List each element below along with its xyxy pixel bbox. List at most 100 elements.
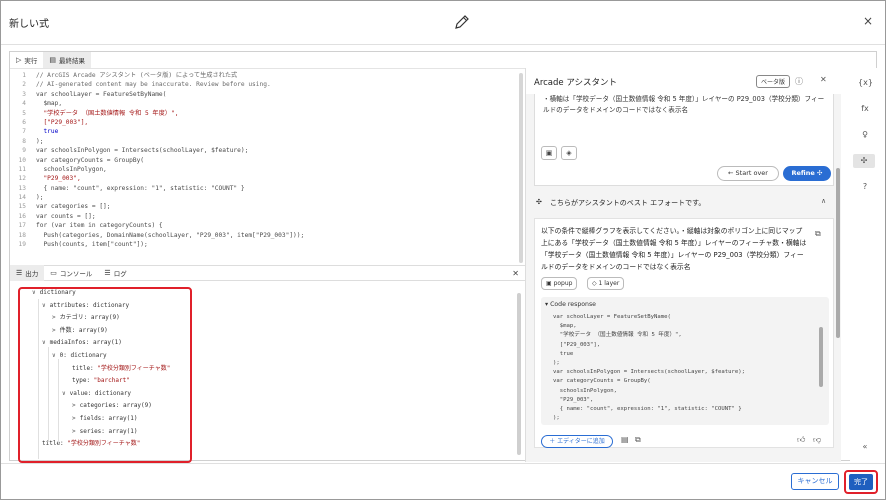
output-tree-row[interactable]: > categories: array(9)	[72, 400, 152, 412]
code-line[interactable]: 15 var categories = [];	[10, 202, 525, 211]
add-to-editor-button[interactable]: ＋ エディターに追加	[541, 435, 613, 448]
chevron-right-icon[interactable]: >	[52, 314, 56, 321]
functions-icon[interactable]: fx	[858, 102, 872, 116]
code-line[interactable]: 1 // ArcGIS Arcade アシスタント (ベータ版) によって生成され…	[10, 71, 525, 80]
tab-label: ログ	[113, 270, 127, 278]
chevron-right-icon[interactable]: >	[72, 428, 76, 435]
best-effort-row[interactable]: ✣ こちらがアシスタントのベスト エフォートです。 ∧	[534, 194, 834, 214]
chevron-down-icon[interactable]: ∨	[52, 352, 56, 359]
close-icon[interactable]: ✕	[512, 269, 519, 278]
close-icon[interactable]: ×	[863, 14, 873, 28]
image-icon[interactable]: ▣	[541, 146, 557, 160]
chevron-right-icon[interactable]: >	[72, 402, 76, 409]
chevron-right-icon[interactable]: >	[52, 327, 56, 334]
line-number: 2	[22, 81, 26, 89]
code-line[interactable]: 11 schoolsInPolygon,	[10, 165, 525, 174]
output-tree-row[interactable]: ∨ value: dictionary	[62, 388, 131, 400]
log-icon: ☰	[104, 269, 111, 277]
code-line[interactable]: 3 var schoolLayer = FeatureSetByName(	[10, 90, 525, 99]
suggestions-icon[interactable]: ♀	[858, 128, 872, 142]
dialog-title: 新しい式	[9, 19, 49, 30]
code-line[interactable]: 10 var categoryCounts = GroupBy(	[10, 156, 525, 165]
code-response-line: true	[553, 350, 574, 357]
line-number: 1	[22, 72, 26, 79]
assistant-icon[interactable]: ✣	[853, 154, 875, 168]
code-editor[interactable]: 1 // ArcGIS Arcade アシスタント (ベータ版) によって生成され…	[10, 68, 525, 265]
output-scrollbar[interactable]	[517, 293, 521, 455]
code-line[interactable]: 17 for (var item in categoryCounts) {	[10, 221, 525, 230]
code-line[interactable]: 12 "P29_003",	[10, 174, 525, 183]
document-icon[interactable]: ▤	[621, 435, 629, 444]
tab-output[interactable]: ☰ 出力	[10, 265, 45, 281]
tree-key: series:	[79, 427, 105, 435]
layers-icon[interactable]: ◈	[561, 146, 577, 160]
code-line[interactable]: 9 var schoolsInPolygon = Intersects(schoo…	[10, 146, 525, 155]
close-icon[interactable]: ✕	[820, 75, 827, 84]
chevron-down-icon[interactable]: ∨	[42, 302, 46, 309]
expression-dialog: 新しい式 × ▷ 実行 ▤ 最終結果 1 // ArcGIS Arcade アシス…	[0, 0, 886, 500]
line-number: 13	[18, 184, 26, 192]
code-line[interactable]: 13 { name: "count", expression: "1", sta…	[10, 184, 525, 193]
copy-icon[interactable]: ⧉	[815, 229, 821, 239]
collapse-icon[interactable]: «	[858, 440, 872, 454]
cancel-button[interactable]: キャンセル	[791, 473, 839, 490]
done-button[interactable]: 完了	[849, 474, 873, 490]
output-tree-row[interactable]: > fields: array(1)	[72, 413, 137, 425]
code-line[interactable]: 5 "学校データ （国土数値情報 令和 5 年度）",	[10, 109, 525, 118]
chevron-right-icon[interactable]: >	[72, 415, 76, 422]
code-response-line: "P29_003",	[553, 396, 594, 403]
tree-value: array(9)	[87, 314, 120, 322]
assistant-scrollbar[interactable]	[836, 168, 840, 338]
tab-label: コンソール	[59, 270, 93, 278]
code-response-toggle[interactable]: ▾ Code response	[545, 301, 596, 308]
sparkle-icon: ✣	[536, 198, 542, 206]
chevron-down-icon[interactable]: ∨	[62, 390, 66, 397]
code-text: var schoolLayer = FeatureSetByName(	[36, 90, 167, 98]
tab-log[interactable]: ☰ ログ	[98, 265, 132, 281]
thumbs-down-icon[interactable]: 👎︎	[813, 435, 821, 445]
code-response-scrollbar[interactable]	[819, 327, 823, 387]
output-tree-row[interactable]: > series: array(1)	[72, 426, 137, 438]
output-tree-row[interactable]: ∨ attributes: dictionary	[42, 300, 129, 312]
indent-guide	[48, 347, 49, 442]
variables-icon[interactable]: {x}	[858, 76, 873, 90]
pencil-icon[interactable]	[453, 13, 471, 31]
output-tree-row[interactable]: ∨ mediaInfos: array(1)	[42, 337, 122, 349]
line-number: 10	[18, 156, 26, 164]
code-text: "学校データ （国土数値情報 令和 5 年度）",	[36, 109, 179, 117]
tree-key: mediaInfos:	[49, 339, 90, 347]
code-line[interactable]: 16 var counts = [];	[10, 212, 525, 221]
refine-button[interactable]: Refine ✣	[783, 166, 831, 181]
result-icon: ▤	[49, 56, 57, 64]
chevron-up-icon[interactable]: ∧	[821, 197, 826, 205]
help-icon[interactable]: ?	[858, 180, 872, 194]
code-line[interactable]: 2 // AI-generated content may be inaccura…	[10, 80, 525, 89]
tab-console[interactable]: ▭ コンソール	[44, 265, 98, 281]
start-over-button[interactable]: ← Start over	[717, 166, 779, 181]
editor-scrollbar[interactable]	[519, 73, 523, 263]
code-line[interactable]: 8);	[10, 137, 525, 146]
output-tree-row[interactable]: > 件数: array(9)	[52, 325, 108, 337]
chevron-down-icon[interactable]: ∨	[32, 289, 36, 296]
code-text: Push(counts, item["count"]);	[36, 241, 148, 249]
code-text: Push(categories, DomainName(schoolLayer,…	[36, 231, 305, 239]
code-line[interactable]: 18 Push(categories, DomainName(schoolLay…	[10, 231, 525, 240]
code-line[interactable]: 7 true	[10, 127, 525, 136]
code-text: for (var item in categoryCounts) {	[36, 222, 163, 230]
code-line[interactable]: 6 ["P29_003"],	[10, 118, 525, 127]
chevron-down-icon[interactable]: ∨	[42, 339, 46, 346]
prompt-text[interactable]: ・横軸は「学校データ（国土数値情報 令和 5 年度）」レイヤーの P29_003…	[543, 94, 827, 116]
code-line[interactable]: 19 Push(counts, item["count"]);	[10, 240, 525, 249]
info-icon[interactable]: ⓘ	[795, 76, 803, 87]
tree-value: array(1)	[104, 427, 138, 435]
footer: キャンセル 完了	[1, 463, 885, 499]
code-line[interactable]: 14);	[10, 193, 525, 202]
copy-icon[interactable]: ⧉	[635, 435, 641, 445]
output-tree-row[interactable]: ∨ dictionary	[32, 287, 76, 299]
tab-run[interactable]: ▷ 実行	[10, 52, 43, 68]
tab-final-result[interactable]: ▤ 最終結果	[43, 52, 92, 68]
thumbs-up-icon[interactable]: 👍︎	[797, 435, 805, 445]
code-line[interactable]: 4 $map,	[10, 99, 525, 108]
output-tree-row[interactable]: ∨ 0: dictionary	[52, 350, 107, 362]
output-tree-row[interactable]: > カテゴリ: array(9)	[52, 312, 120, 324]
